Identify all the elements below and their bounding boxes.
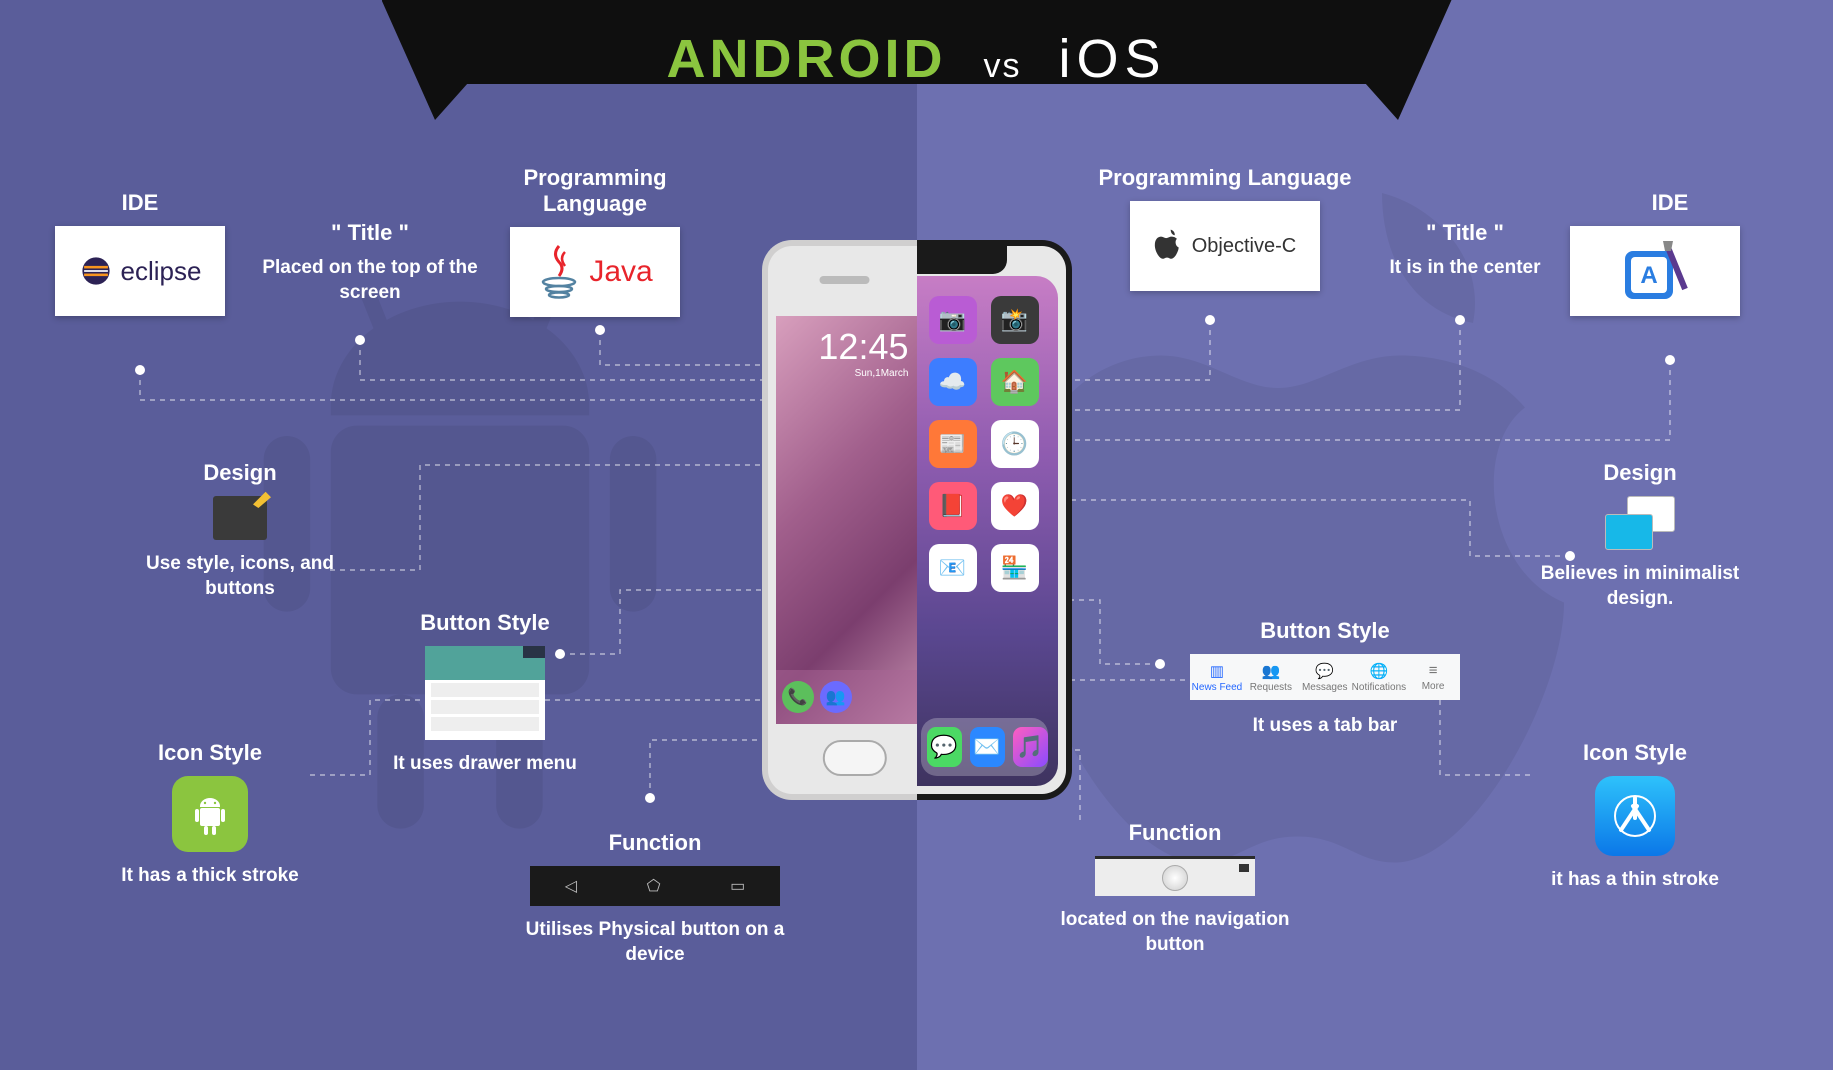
drawer-menu-graphic <box>425 646 545 740</box>
ios-phone-half: 📷 📸 ☁️ 🏠 📰 🕒 📕 ❤️ 📧 🏪 💬 ✉️ 🎵 <box>917 240 1072 800</box>
ios-design-desc: Believes in minimalist design. <box>1510 562 1770 611</box>
android-navbar-graphic: ◁ ⬠ ▭ <box>530 866 780 906</box>
ios-button-label: Button Style <box>1170 618 1480 644</box>
banner-android: ANDROID <box>666 29 946 89</box>
ios-design-icon <box>1605 496 1675 550</box>
android-clock: 12:45 <box>818 326 908 368</box>
java-logo-card: Java <box>510 227 680 317</box>
ios-lang-node: Programming Language Objective-C <box>1095 165 1355 291</box>
objc-text: Objective-C <box>1192 235 1296 258</box>
android-ide-node: IDE eclipse <box>40 190 240 316</box>
ios-func-node: Function located on the navigation butto… <box>1040 820 1310 957</box>
android-title-desc: Placed on the top of the screen <box>260 256 480 305</box>
svg-text:A: A <box>1640 262 1657 289</box>
recent-icon: ▭ <box>730 876 745 896</box>
eclipse-logo-card: eclipse <box>55 226 226 316</box>
apple-icon <box>1154 229 1184 263</box>
eclipse-text: eclipse <box>121 256 202 287</box>
ios-ide-node: IDE A <box>1570 190 1770 316</box>
android-func-label: Function <box>510 830 800 856</box>
ios-lang-label: Programming Language <box>1095 165 1355 191</box>
home-icon: ⬠ <box>647 876 661 896</box>
ios-icon-label: Icon Style <box>1510 740 1760 766</box>
ios-func-desc: located on the navigation button <box>1040 908 1310 957</box>
android-design-icon <box>213 496 267 540</box>
java-icon <box>537 244 581 300</box>
ios-icon-desc: it has a thin stroke <box>1510 868 1760 893</box>
android-phone-half: 12:45 Sun,1March 📞 👥 <box>762 240 917 800</box>
appstore-icon <box>1595 776 1675 856</box>
ios-title-label: " Title " <box>1360 220 1570 246</box>
ios-ide-label: IDE <box>1570 190 1770 216</box>
ios-icon-node: Icon Style it has a thin stroke <box>1510 740 1760 893</box>
android-design-desc: Use style, icons, and buttons <box>130 552 350 601</box>
ios-design-node: Design Believes in minimalist design. <box>1510 460 1770 611</box>
android-design-node: Design Use style, icons, and buttons <box>130 460 350 601</box>
android-date: Sun,1March <box>855 368 909 379</box>
phone-mockup: 12:45 Sun,1March 📞 👥 📷 📸 ☁️ 🏠 📰 🕒 📕 ❤️ 📧… <box>762 240 1072 800</box>
ios-button-desc: It uses a tab bar <box>1170 714 1480 739</box>
android-func-desc: Utilises Physical button on a device <box>510 918 800 967</box>
android-button-desc: It uses drawer menu <box>370 752 600 777</box>
ios-design-label: Design <box>1510 460 1770 486</box>
android-lang-node: Programming Language Java <box>480 165 710 317</box>
android-icon-label: Icon Style <box>85 740 335 766</box>
banner-ios: iOS <box>1059 29 1167 89</box>
android-ide-label: IDE <box>40 190 240 216</box>
android-robot-icon <box>172 776 248 852</box>
android-lang-label: Programming Language <box>480 165 710 217</box>
xcode-logo-card: A <box>1570 226 1740 316</box>
android-title-label: " Title " <box>260 220 480 246</box>
ios-func-label: Function <box>1040 820 1310 846</box>
objc-logo-card: Objective-C <box>1130 201 1320 291</box>
ios-button-node: Button Style ▥News Feed 👥Requests 💬Messa… <box>1170 618 1480 739</box>
java-text: Java <box>589 255 652 289</box>
android-icon-node: Icon Style It has a thick stroke <box>85 740 335 889</box>
android-title-node: " Title " Placed on the top of the scree… <box>260 220 480 305</box>
android-design-label: Design <box>130 460 350 486</box>
ios-title-desc: It is in the center <box>1360 256 1570 281</box>
android-func-node: Function ◁ ⬠ ▭ Utilises Physical button … <box>510 830 800 967</box>
back-icon: ◁ <box>565 876 577 896</box>
android-button-label: Button Style <box>370 610 600 636</box>
ios-homebutton-graphic <box>1095 856 1255 896</box>
ios-tabbar-graphic: ▥News Feed 👥Requests 💬Messages 🌐Notifica… <box>1190 654 1460 700</box>
ios-title-node: " Title " It is in the center <box>1360 220 1570 281</box>
android-icon-desc: It has a thick stroke <box>85 864 335 889</box>
android-button-node: Button Style It uses drawer menu <box>370 610 600 777</box>
banner-vs: vs <box>983 47 1021 85</box>
xcode-icon: A <box>1617 239 1693 303</box>
eclipse-icon <box>79 254 113 288</box>
